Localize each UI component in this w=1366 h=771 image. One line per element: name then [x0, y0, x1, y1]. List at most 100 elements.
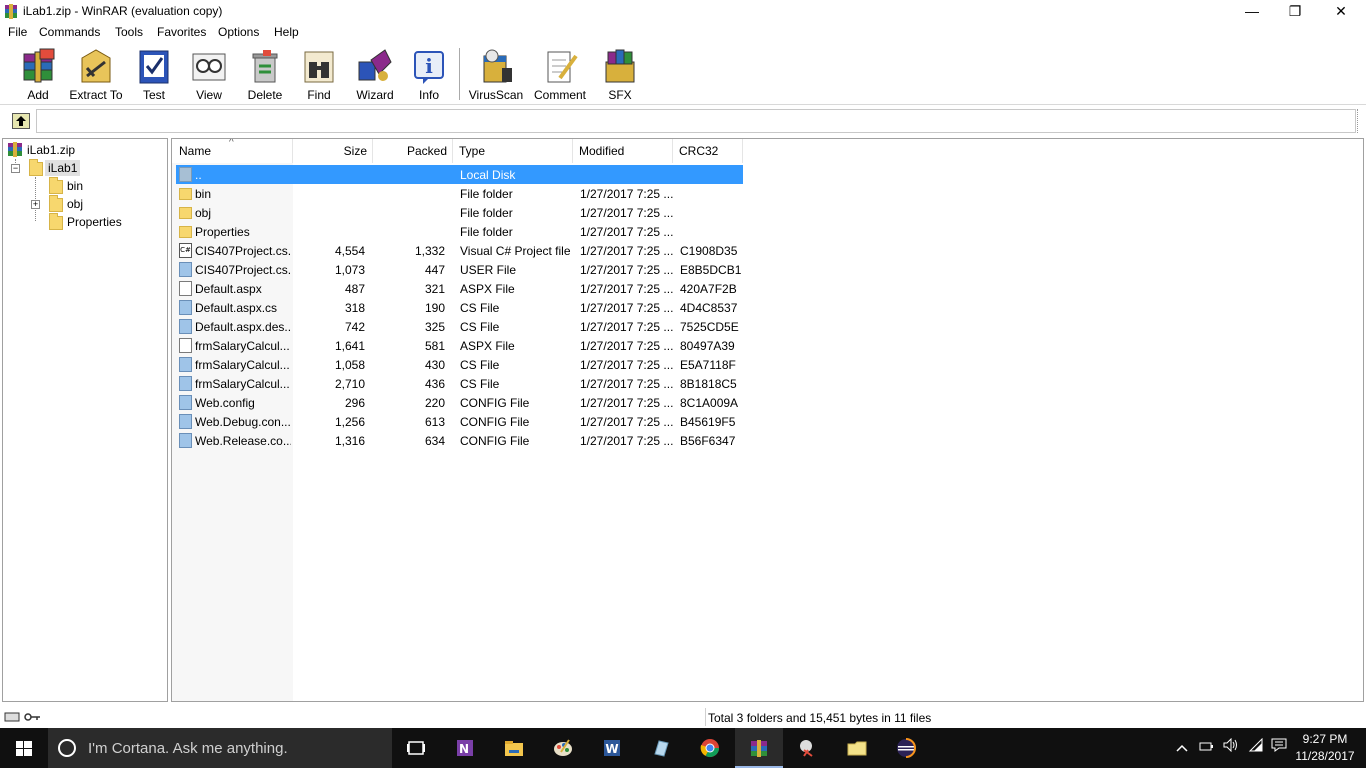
- menu-tools[interactable]: Tools: [115, 25, 143, 39]
- folder-icon: [49, 177, 63, 194]
- file-row[interactable]: Default.aspx.cs 318 190 CS File 1/27/2017 7:…: [176, 298, 743, 317]
- file-crc32: 8C1A009A: [680, 396, 739, 410]
- column-header-packed[interactable]: Packed: [373, 139, 453, 163]
- comment-button[interactable]: Comment: [530, 47, 590, 103]
- menu-options[interactable]: Options: [218, 25, 259, 39]
- file-name: bin: [195, 187, 212, 201]
- file-row[interactable]: frmSalaryCalcul... 1,058 430 CS File 1/27/20…: [176, 355, 743, 374]
- folder-icon: [847, 741, 867, 756]
- file-row[interactable]: Default.aspx 487 321 ASPX File 1/27/2017 7:2…: [176, 279, 743, 298]
- tray-power[interactable]: [1196, 728, 1218, 768]
- file-type: File folder: [460, 206, 513, 220]
- volume-icon: [1223, 737, 1237, 753]
- start-button[interactable]: [0, 728, 48, 768]
- taskbar-word[interactable]: W: [588, 728, 636, 768]
- add-button[interactable]: Add: [12, 47, 64, 103]
- address-bar-grip[interactable]: [1357, 109, 1360, 133]
- file-modified: 1/27/2017 7:25 ...: [580, 358, 674, 372]
- menu-favorites[interactable]: Favorites: [157, 25, 206, 39]
- file-row[interactable]: Web.Debug.con... 1,256 613 CONFIG File 1/27/…: [176, 412, 743, 431]
- tray-notifications[interactable]: [1268, 728, 1290, 768]
- word-icon: W: [604, 740, 620, 756]
- sfx-label: SFX: [608, 88, 632, 102]
- file-row[interactable]: bin File folder 1/27/2017 7:25 ...: [176, 184, 743, 203]
- column-header-name[interactable]: Name ^: [172, 139, 293, 163]
- up-folder-button[interactable]: [12, 113, 30, 129]
- windows-logo-icon: [16, 741, 32, 756]
- expand-toggle[interactable]: +: [31, 200, 40, 209]
- delete-icon: [247, 48, 283, 86]
- test-button[interactable]: Test: [130, 47, 178, 103]
- task-view-button[interactable]: [392, 728, 440, 768]
- menu-help[interactable]: Help: [274, 25, 299, 39]
- file-row[interactable]: Web.Release.co... 1,316 634 CONFIG File 1/27…: [176, 431, 743, 450]
- extract-to-button[interactable]: Extract To: [66, 47, 126, 103]
- cortana-placeholder: I'm Cortana. Ask me anything.: [88, 740, 288, 757]
- file-row[interactable]: Web.config 296 220 CONFIG File 1/27/2017 7:2…: [176, 393, 743, 412]
- folder-icon: [29, 159, 43, 176]
- toolbar: Add Extract To Test View Delete Find Wiz…: [0, 43, 1366, 105]
- winrar-app-icon: [4, 4, 18, 19]
- drive-key-icon: [4, 712, 40, 722]
- file-row[interactable]: frmSalaryCalcul... 1,641 581 ASPX File 1/27/…: [176, 336, 743, 355]
- parent-folder-row[interactable]: .. Local Disk: [176, 165, 743, 184]
- taskbar-eclipse[interactable]: [882, 728, 930, 768]
- file-row[interactable]: Properties File folder 1/27/2017 7:25 ...: [176, 222, 743, 241]
- file-icon: [179, 300, 192, 315]
- tray-volume[interactable]: [1220, 728, 1242, 768]
- file-modified: 1/27/2017 7:25 ...: [580, 377, 674, 391]
- window-title: iLab1.zip - WinRAR (evaluation copy): [23, 4, 223, 18]
- tree-folder-bin-label: bin: [67, 179, 84, 193]
- file-row[interactable]: C# CIS407Project.cs... 4,554 1,332 Visual C#…: [176, 241, 743, 260]
- file-name: Properties: [195, 225, 250, 239]
- find-icon: [301, 48, 337, 86]
- column-header-size[interactable]: Size: [293, 139, 373, 163]
- tray-network[interactable]: [1245, 728, 1267, 768]
- file-type: CS File: [460, 301, 500, 315]
- file-crc32: B45619F5: [680, 415, 736, 429]
- file-row[interactable]: frmSalaryCalcul... 2,710 436 CS File 1/27/20…: [176, 374, 743, 393]
- file-name: obj: [195, 206, 212, 220]
- file-type: File folder: [460, 225, 513, 239]
- file-row[interactable]: obj File folder 1/27/2017 7:25 ...: [176, 203, 743, 222]
- info-button[interactable]: i Info: [408, 47, 450, 103]
- sfx-button[interactable]: SFX: [598, 47, 642, 103]
- wizard-button[interactable]: Wizard: [350, 47, 400, 103]
- virusscan-button[interactable]: VirusScan: [468, 47, 524, 103]
- menu-commands[interactable]: Commands: [39, 25, 100, 39]
- file-icon: [179, 281, 192, 296]
- taskbar-folder[interactable]: [833, 728, 881, 768]
- clock[interactable]: 9:27 PM 11/28/2017: [1294, 731, 1356, 765]
- taskbar-notepad[interactable]: [637, 728, 685, 768]
- file-row[interactable]: Default.aspx.des... 742 325 CS File 1/27/201…: [176, 317, 743, 336]
- paint-icon: [554, 739, 572, 756]
- power-plug-icon: [1199, 742, 1213, 751]
- file-type: File folder: [460, 187, 513, 201]
- delete-button[interactable]: Delete: [240, 47, 290, 103]
- file-type: CS File: [460, 320, 500, 334]
- find-button[interactable]: Find: [296, 47, 342, 103]
- taskbar-paint[interactable]: [539, 728, 587, 768]
- close-button[interactable]: ✕: [1318, 0, 1364, 23]
- column-header-type[interactable]: Type: [453, 139, 573, 163]
- show-hidden-icons-button[interactable]: [1172, 728, 1192, 768]
- path-field[interactable]: [36, 109, 1356, 133]
- taskbar-onenote[interactable]: N: [441, 728, 489, 768]
- minimize-button[interactable]: —: [1229, 0, 1275, 23]
- taskbar-winrar[interactable]: [735, 728, 783, 768]
- view-icon: [191, 48, 227, 86]
- view-button[interactable]: View: [184, 47, 234, 103]
- virusscan-label: VirusScan: [468, 88, 524, 102]
- cortana-search-box[interactable]: I'm Cortana. Ask me anything.: [48, 728, 392, 768]
- taskbar-chrome[interactable]: [686, 728, 734, 768]
- maximize-button[interactable]: ❐: [1272, 0, 1318, 23]
- column-header-crc32[interactable]: CRC32: [673, 139, 743, 163]
- file-row[interactable]: CIS407Project.cs... 1,073 447 USER File 1/27…: [176, 260, 743, 279]
- file-icon: [179, 395, 192, 410]
- column-header-modified[interactable]: Modified: [573, 139, 673, 163]
- file-icon: [179, 376, 192, 391]
- collapse-toggle[interactable]: −: [11, 164, 20, 173]
- menu-file[interactable]: File: [8, 25, 27, 39]
- taskbar-snipping-tool[interactable]: [784, 728, 832, 768]
- taskbar-file-explorer[interactable]: [490, 728, 538, 768]
